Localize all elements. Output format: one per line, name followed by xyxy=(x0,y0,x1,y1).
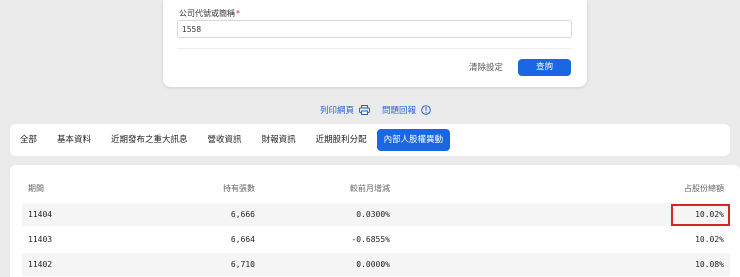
cell-period: 11402 xyxy=(28,260,53,269)
table-row: 11402 6,710 0.0000% 10.08% xyxy=(22,253,730,276)
cell-monthly-change: -0.6855% xyxy=(351,235,390,244)
header-share-percentage: 占股份總額 xyxy=(684,184,724,193)
form-divider xyxy=(177,48,572,49)
company-field-label-text: 公司代號或簡稱 xyxy=(179,9,235,18)
info-circle-icon xyxy=(421,105,431,115)
header-period: 期間 xyxy=(28,184,44,193)
tab-basic-info[interactable]: 基本資料 xyxy=(47,129,101,151)
print-page-link[interactable]: 列印網頁 xyxy=(320,104,371,116)
cell-shares-held: 6,664 xyxy=(230,235,255,244)
problem-report-label: 問題回報 xyxy=(382,106,417,116)
highlight-box xyxy=(671,204,730,226)
tab-financial-report[interactable]: 財報資訊 xyxy=(252,129,306,151)
company-field-label: 公司代號或簡稱* xyxy=(179,8,240,19)
tabs-bar: 全部 基本資料 近期發布之重大訊息 營收資訊 財報資訊 近期股利分配 內部人股權… xyxy=(10,124,730,156)
cell-period: 11403 xyxy=(28,235,53,244)
cell-monthly-change: 0.0300% xyxy=(356,210,390,219)
printer-icon xyxy=(359,105,371,115)
tab-insider-shareholding[interactable]: 內部人股權異動 xyxy=(376,129,451,151)
cell-shares-held: 6,666 xyxy=(230,210,255,219)
search-form-card: 公司代號或簡稱* 清除設定 查詢 xyxy=(163,0,587,87)
company-code-input[interactable] xyxy=(177,20,572,38)
shareholding-table: 期間 持有張數 較前月增減 占股份總額 11404 6,666 0.0300% … xyxy=(10,165,740,277)
query-button[interactable]: 查詢 xyxy=(518,59,571,76)
problem-report-link[interactable]: 問題回報 xyxy=(382,104,431,116)
cell-period: 11404 xyxy=(28,210,53,219)
header-shares-held: 持有張數 xyxy=(223,184,255,193)
tab-dividend[interactable]: 近期股利分配 xyxy=(306,129,377,151)
print-page-label: 列印網頁 xyxy=(320,106,355,116)
cell-shares-held: 6,710 xyxy=(230,260,255,269)
tab-revenue[interactable]: 營收資訊 xyxy=(198,129,252,151)
cell-share-percentage: 10.02% xyxy=(695,235,724,244)
clear-settings-button[interactable]: 清除設定 xyxy=(469,61,503,73)
required-mark: * xyxy=(236,9,240,18)
cell-monthly-change: 0.0000% xyxy=(356,260,390,269)
cell-share-percentage: 10.08% xyxy=(695,260,724,269)
table-header-row: 期間 持有張數 較前月增減 占股份總額 xyxy=(22,177,730,200)
tab-recent-announcements[interactable]: 近期發布之重大訊息 xyxy=(101,129,198,151)
header-monthly-change: 較前月增減 xyxy=(350,184,390,193)
table-row: 11403 6,664 -0.6855% 10.02% xyxy=(22,228,730,251)
table-row: 11404 6,666 0.0300% 10.02% xyxy=(22,203,730,226)
tab-all[interactable]: 全部 xyxy=(10,129,47,151)
